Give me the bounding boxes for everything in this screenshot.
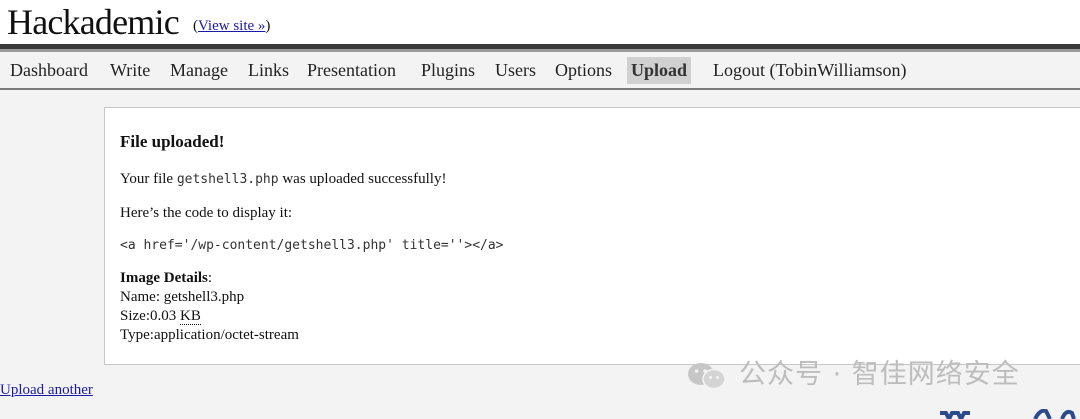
detail-type-label: Type: <box>120 327 154 343</box>
details-colon: : <box>207 270 213 286</box>
site-title: Hackademic <box>7 2 180 42</box>
details-heading-label: Image Details <box>120 270 208 286</box>
view-site-link[interactable]: View site » <box>198 18 265 34</box>
image-details-heading: Image Details: <box>120 269 212 288</box>
detail-size-value: 0.03 <box>150 308 180 324</box>
menu-item-users[interactable]: Users <box>491 57 540 84</box>
admin-menu: Dashboard Write Manage Links Presentatio… <box>0 52 1080 89</box>
menu-divider <box>0 88 1080 90</box>
uploaded-file-name: getshell3.php <box>176 172 279 187</box>
upload-another-link[interactable]: Upload another <box>0 382 93 399</box>
upload-success-message: Your file getshell3.php was uploaded suc… <box>120 170 446 189</box>
wechat-icon <box>688 363 726 390</box>
success-suffix: was uploaded successfully! <box>278 171 447 187</box>
detail-name-label: Name: <box>120 289 164 305</box>
menu-item-plugins[interactable]: Plugins <box>417 57 479 84</box>
menu-item-upload[interactable]: Upload <box>627 57 692 84</box>
detail-type: Type:application/octet-stream <box>120 326 299 345</box>
menu-item-manage[interactable]: Manage <box>166 57 232 84</box>
detail-type-value: application/octet-stream <box>153 327 299 343</box>
code-intro: Here’s the code to display it: <box>120 205 293 221</box>
detail-name: Name: getshell3.php <box>120 288 244 307</box>
header: Hackademic (View site ») <box>0 0 1080 44</box>
menu-item-logout[interactable]: Logout (TobinWilliamson) <box>709 57 911 84</box>
view-site-close: ) <box>265 18 271 34</box>
display-code: <a href='/wp-content/getshell3.php' titl… <box>120 238 504 253</box>
detail-size: Size:0.03 KB <box>120 307 201 326</box>
detail-size-label: Size: <box>120 308 150 324</box>
menu-item-presentation[interactable]: Presentation <box>303 57 400 84</box>
detail-size-unit: KB <box>180 308 201 325</box>
detail-name-value: getshell3.php <box>163 289 245 305</box>
menu-item-options[interactable]: Options <box>551 57 616 84</box>
view-site: (View site ») <box>193 18 270 35</box>
upload-result-panel: File uploaded! Your file getshell3.php w… <box>104 107 1080 365</box>
wordpress-logo-fragment <box>940 409 1076 419</box>
menu-item-write[interactable]: Write <box>106 57 154 84</box>
watermark-text: 公众号 · 智佳网络安全 <box>739 359 1020 390</box>
menu-item-dashboard[interactable]: Dashboard <box>6 57 92 84</box>
upload-heading: File uploaded! <box>120 132 225 151</box>
menu-item-links[interactable]: Links <box>244 57 293 84</box>
success-prefix: Your file <box>120 171 177 187</box>
